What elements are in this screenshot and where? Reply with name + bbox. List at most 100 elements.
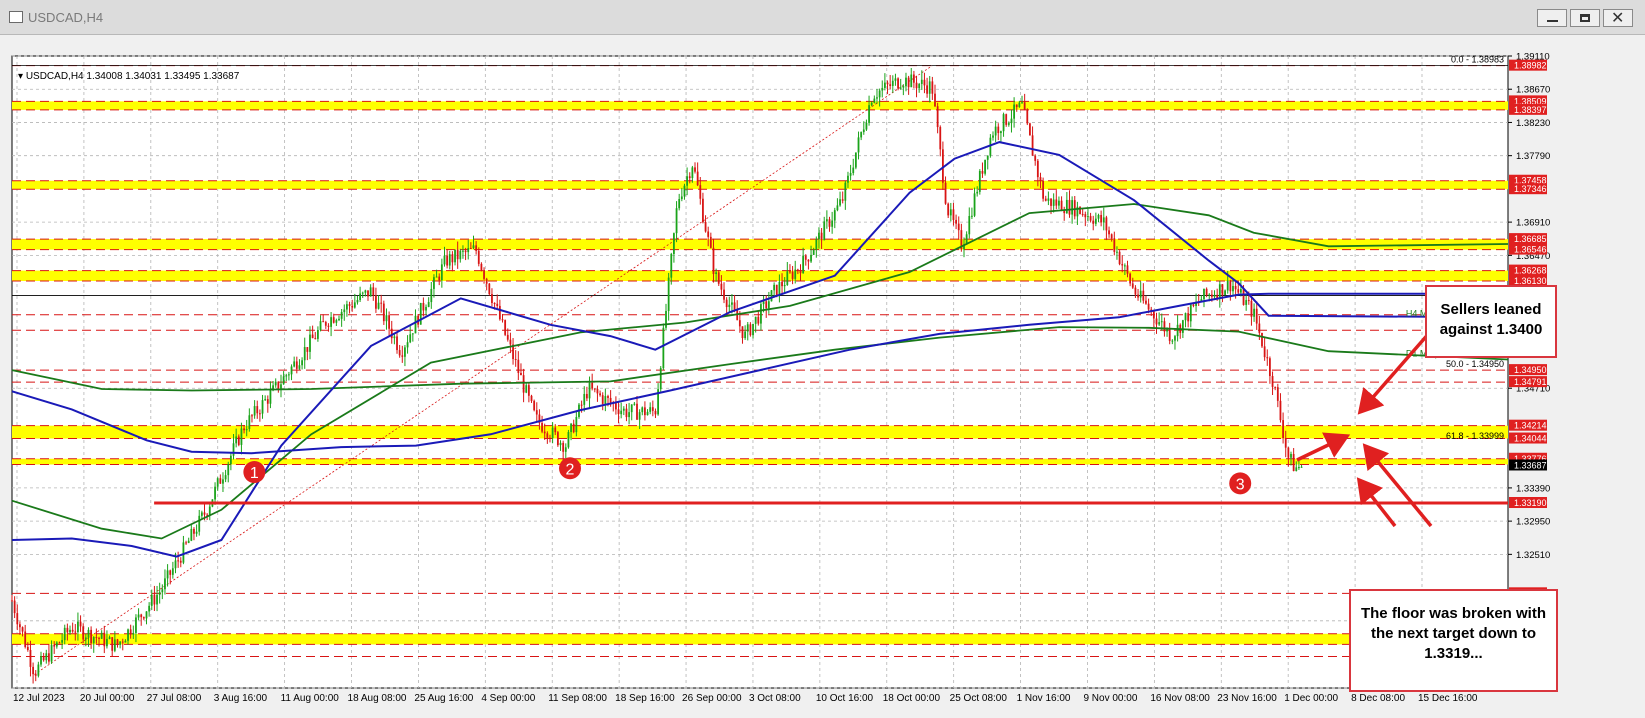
candle-bull: [831, 220, 834, 227]
candle-bull: [844, 182, 847, 201]
candle-bull: [287, 374, 290, 376]
candle-bull: [1300, 466, 1303, 468]
candle-bear: [266, 399, 269, 404]
candle-bull: [583, 393, 586, 405]
candle-bull: [802, 255, 805, 274]
candle-bear: [535, 410, 538, 415]
fib-level-label: 0.0 - 1.38983: [1451, 55, 1504, 65]
candle-bull: [1058, 200, 1060, 206]
candle-bear: [1187, 313, 1190, 322]
candle-bull: [818, 232, 820, 240]
chart-window-icon: [9, 11, 23, 23]
candle-bull: [150, 594, 153, 606]
candle-bear: [372, 287, 375, 296]
maximize-button[interactable]: [1570, 9, 1600, 27]
candle-bull: [317, 329, 319, 339]
close-button[interactable]: ✕: [1603, 8, 1633, 27]
candle-bear: [1152, 311, 1155, 319]
candle-bear: [1105, 217, 1108, 231]
candle-bull: [274, 381, 277, 386]
candle-bear: [19, 624, 21, 628]
candle-bull: [1087, 216, 1089, 218]
candle-bear: [464, 250, 467, 253]
chart-area[interactable]: 12 Jul 2023 20 Jul 00:00 27 Jul 08:00 3 Aug…: [0, 34, 1645, 718]
candle-bull: [812, 249, 815, 255]
candle-bull: [195, 531, 198, 534]
triangle-down-icon[interactable]: ▾: [18, 71, 23, 82]
marker-number: 1: [250, 465, 259, 482]
candle-bear: [841, 199, 844, 201]
y-tick-label: 1.32510: [1516, 550, 1550, 561]
candle-bull: [224, 475, 227, 480]
candle-bull: [854, 152, 857, 168]
candle-bear: [390, 328, 393, 339]
candle-bull: [1290, 453, 1292, 458]
candle-bull: [425, 306, 427, 311]
candle-bull: [119, 641, 122, 645]
candle-bull: [744, 331, 747, 339]
candle-bear: [185, 542, 187, 544]
title-bar[interactable]: USDCAD,H4 ✕: [0, 0, 1645, 35]
candle-bull: [810, 254, 812, 262]
x-tick-label: 27 Jul 08:00: [147, 693, 202, 704]
candle-bear: [324, 322, 327, 326]
candle-bull: [340, 312, 343, 319]
candle-bear: [396, 336, 398, 351]
candle-bull: [847, 175, 849, 183]
candle-bull: [992, 135, 994, 138]
candle-bear: [923, 79, 926, 86]
candle-bear: [1263, 346, 1266, 358]
candle-bull: [145, 611, 148, 619]
minimize-button[interactable]: [1537, 9, 1567, 27]
candle-bear: [936, 106, 939, 128]
candle-bear: [1261, 332, 1263, 347]
candle-bull: [37, 664, 40, 676]
candle-bull: [124, 640, 127, 643]
candle-bear: [957, 223, 960, 231]
candle-bull: [570, 423, 572, 433]
candle-bull: [377, 302, 380, 309]
candle-bull: [968, 216, 971, 235]
candle-bull: [762, 301, 765, 305]
candle-bear: [251, 415, 253, 417]
x-tick-label: 9 Nov 00:00: [1083, 693, 1137, 704]
candle-bear: [53, 645, 56, 647]
candle-bull: [1213, 294, 1216, 297]
current-price-text: 1.33687: [1514, 460, 1547, 470]
x-tick-label: 11 Aug 00:00: [281, 693, 340, 704]
candle-bull: [222, 479, 224, 484]
support-resistance-zone: [12, 270, 1508, 282]
candle-bull: [462, 250, 464, 252]
candle-bull: [414, 315, 417, 334]
candle-bull: [1002, 114, 1005, 132]
candle-bear: [775, 284, 778, 296]
candle-bear: [480, 263, 483, 270]
candle-bull: [1176, 324, 1179, 337]
candle-bull: [166, 570, 169, 579]
candle-bear: [506, 334, 509, 340]
candle-bear: [1142, 290, 1145, 301]
candle-bear: [952, 209, 955, 220]
candle-bear: [1113, 238, 1116, 252]
candle-bull: [253, 406, 256, 416]
candle-bear: [451, 254, 454, 263]
candle-bull: [641, 407, 644, 413]
candle-bear: [1131, 283, 1134, 288]
candle-bull: [235, 436, 238, 444]
candle-bull: [298, 365, 301, 369]
candle-bear: [243, 428, 245, 431]
candle-bear: [193, 528, 195, 534]
candle-bear: [438, 276, 441, 281]
support-resistance-zone: [12, 101, 1508, 110]
candle-bull: [346, 304, 348, 310]
candle-bull: [1052, 199, 1055, 206]
candle-bull: [92, 637, 95, 644]
x-tick-label: 3 Oct 08:00: [749, 693, 801, 704]
candle-bear: [509, 339, 512, 345]
candle-bull: [156, 594, 158, 605]
candle-bear: [912, 74, 915, 83]
candle-bull: [1184, 313, 1187, 321]
candle-bear: [1137, 294, 1139, 298]
candle-bear: [58, 642, 61, 644]
price-label-text: 1.36685: [1514, 234, 1547, 244]
